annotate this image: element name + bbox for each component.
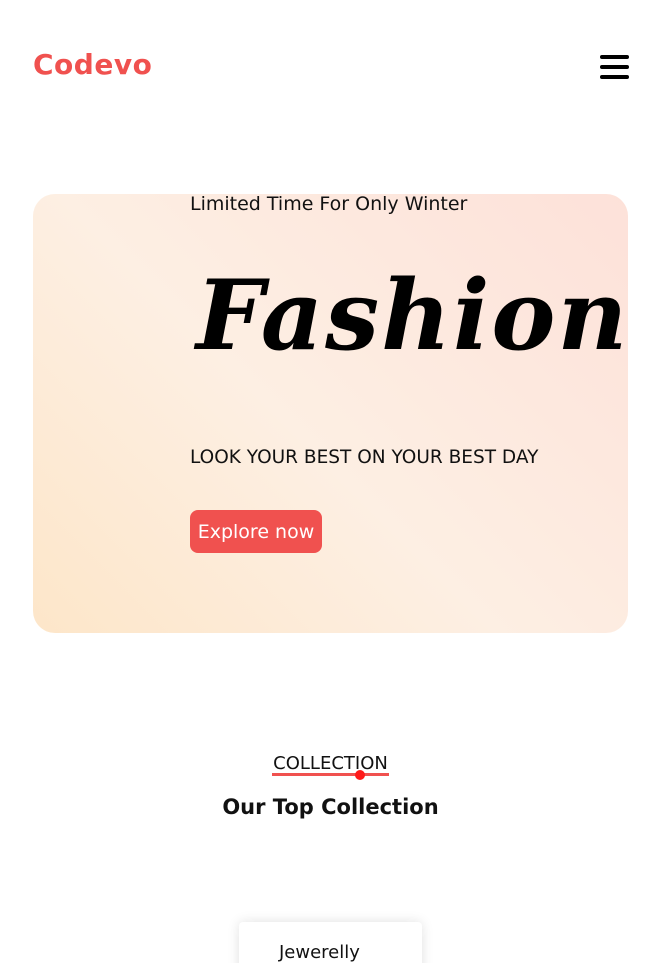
hamburger-menu-button[interactable] [600,55,629,79]
explore-now-button[interactable]: Explore now [190,510,322,553]
hamburger-icon-bar [600,55,629,59]
collection-label: COLLECTION [273,753,388,774]
brand-logo[interactable]: Codevo [33,48,152,81]
collection-card-jewerelly[interactable]: Jewerelly [239,922,422,963]
collection-dot [355,770,365,780]
hero-subtitle: Limited Time For Only Winter [190,193,468,215]
hamburger-icon-bar [600,75,629,79]
collection-underline [272,773,389,776]
hero-tagline: LOOK YOUR BEST ON YOUR BEST DAY [190,447,539,468]
hero-title: Fashion [196,259,630,372]
collection-title: Our Top Collection [222,795,439,819]
hamburger-icon-bar [600,65,629,69]
collection-card-label: Jewerelly [279,942,360,963]
